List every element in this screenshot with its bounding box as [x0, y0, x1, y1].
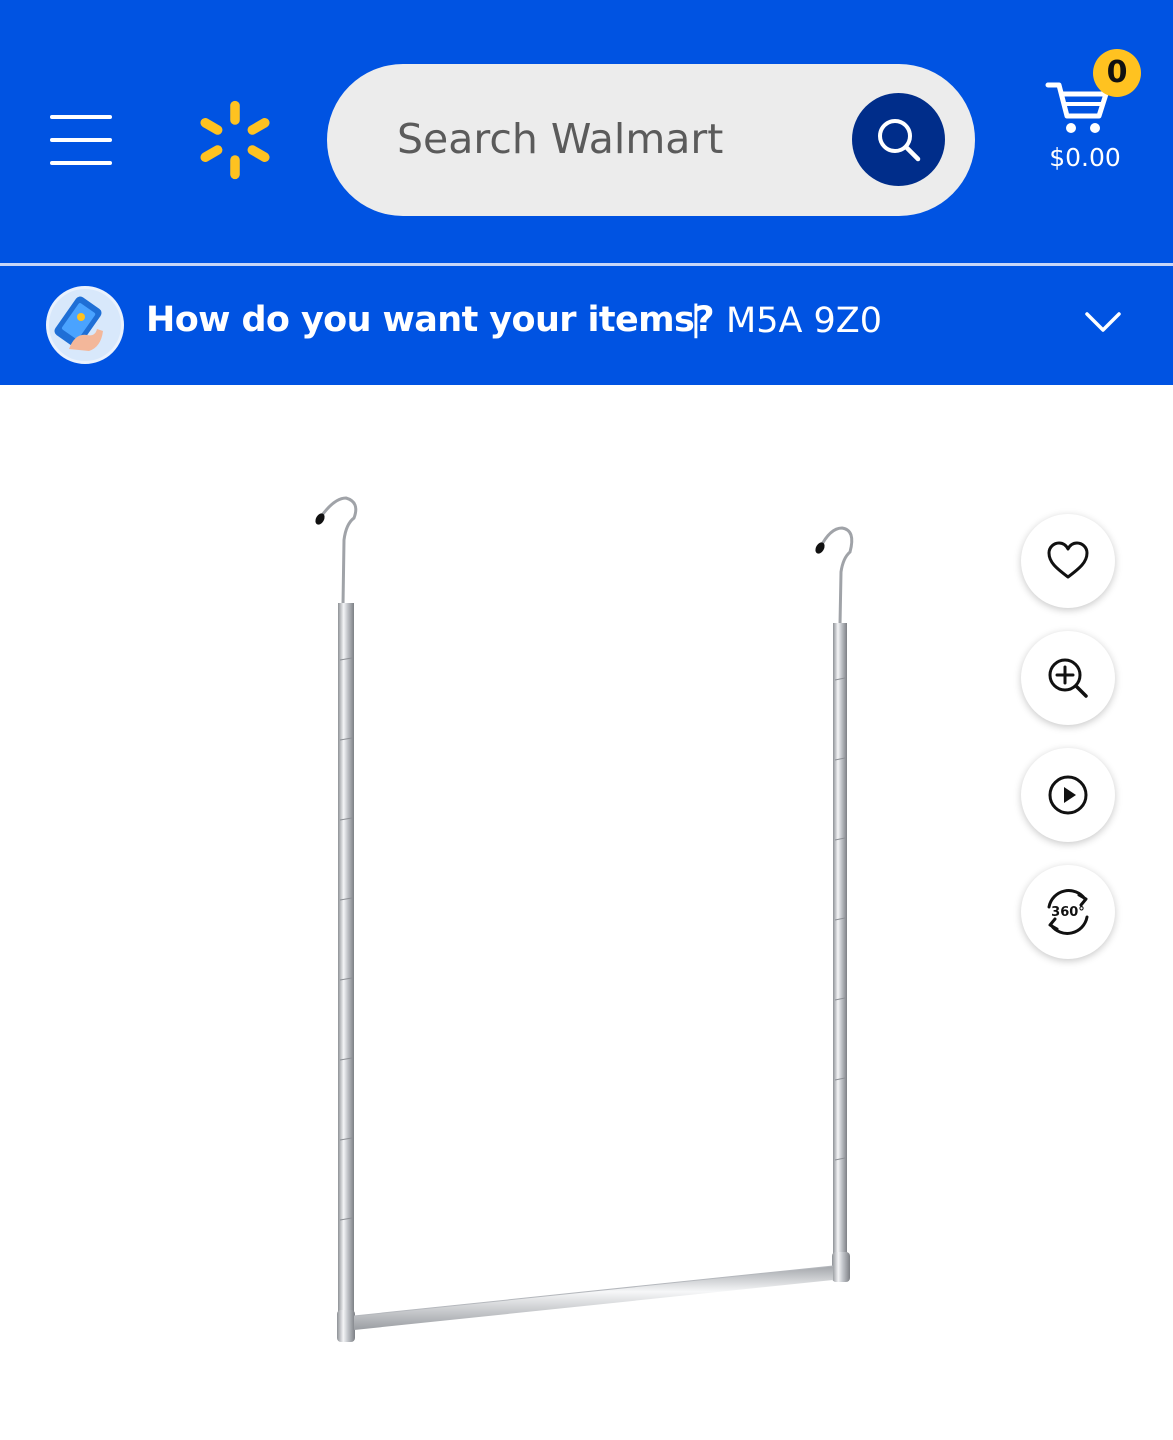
cart-total: $0.00 [1049, 143, 1121, 172]
walmart-spark-logo[interactable] [193, 96, 277, 184]
menu-line [50, 138, 112, 142]
menu-button[interactable] [50, 115, 114, 165]
zoom-in-icon [1048, 658, 1088, 698]
menu-line [50, 161, 112, 165]
favorite-button[interactable] [1021, 514, 1115, 608]
heart-icon [1047, 541, 1089, 579]
fulfillment-selector[interactable]: How do you want your items? | M5A 9Z0 [0, 266, 1173, 385]
fulfillment-separator: | [690, 299, 702, 339]
view-360-button[interactable]: 360° [1021, 865, 1115, 959]
chevron-down-icon [1085, 312, 1121, 332]
fulfillment-question: How do you want your items? [146, 300, 715, 340]
search-button[interactable] [852, 93, 945, 186]
phone-hand-icon [46, 286, 124, 364]
play-video-icon [1048, 775, 1088, 815]
zoom-button[interactable] [1021, 631, 1115, 725]
postal-code: M5A 9Z0 [726, 301, 883, 341]
view-360-icon: 360° [1047, 889, 1089, 935]
search-icon [877, 118, 920, 161]
video-button[interactable] [1021, 748, 1115, 842]
view-360-label: 360° [1051, 905, 1085, 920]
search-input[interactable] [397, 104, 837, 174]
search-bar [327, 64, 975, 216]
header: 0 $0.00 [0, 0, 1173, 263]
cart-count-badge: 0 [1093, 49, 1141, 97]
product-image[interactable] [290, 480, 890, 1360]
menu-line [50, 115, 112, 119]
cart-button[interactable]: 0 $0.00 [1030, 45, 1150, 185]
